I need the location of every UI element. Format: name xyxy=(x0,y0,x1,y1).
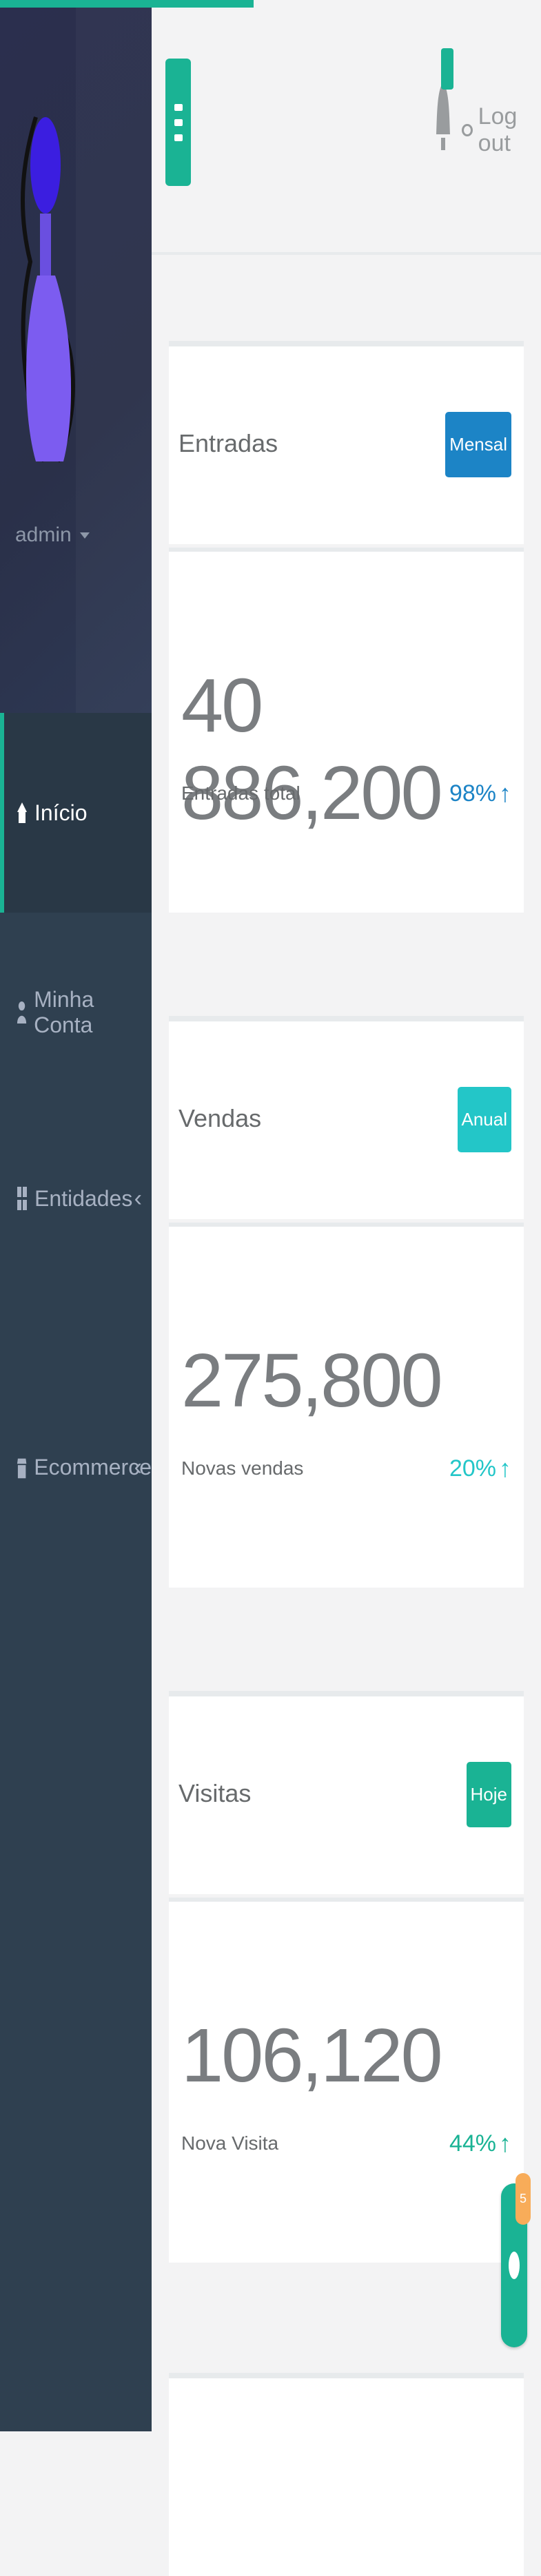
chat-badge: 5 xyxy=(516,2173,531,2225)
sidebar-item-inicio[interactable]: Início xyxy=(0,713,152,913)
chat-icon xyxy=(509,2252,520,2279)
widget-body: 106,120 44% ↑ Nova Visita xyxy=(169,1898,524,2263)
top-navbar: Log out xyxy=(152,0,541,255)
stat-value: 275,800 xyxy=(181,1338,443,1423)
widget-header: Vendas Anual xyxy=(169,1016,524,1219)
caret-down-icon xyxy=(79,532,90,539)
stat-percent: 20% ↑ xyxy=(449,1454,511,1483)
sidebar-item-label: Entidades xyxy=(34,1185,133,1211)
widget-title: Visitas xyxy=(178,1779,252,1807)
widget-header xyxy=(169,2373,524,2576)
widget-header: Entradas Mensal xyxy=(169,341,524,544)
chevron-left-icon: ‹ xyxy=(134,1453,142,1480)
arrow-up-icon: ↑ xyxy=(499,1454,511,1482)
logout-label: Log out xyxy=(478,103,518,156)
store-icon xyxy=(17,1458,27,1479)
grid-icon xyxy=(17,1187,27,1210)
sidebar-item-label: Início xyxy=(34,800,88,825)
widget-body: 275,800 20% ↑ Novas vendas xyxy=(169,1223,524,1588)
arrow-up-icon: ↑ xyxy=(499,2129,511,2157)
avatar[interactable] xyxy=(10,103,79,489)
sidebar-item-ecommerce[interactable]: Ecommerce ‹ xyxy=(0,1367,152,1567)
period-badge: Hoje xyxy=(466,1762,511,1827)
menu-toggle-button[interactable] xyxy=(165,59,191,186)
stat-percent-value: 98% xyxy=(449,780,496,807)
stat-percent-value: 20% xyxy=(449,1455,496,1482)
period-badge: Anual xyxy=(457,1087,511,1152)
profile-menu[interactable]: admin xyxy=(15,523,139,547)
logout-link[interactable]: Log out xyxy=(462,103,541,157)
arrow-up-icon: ↑ xyxy=(499,779,511,807)
sidebar-item-minha-conta[interactable]: Minha Conta xyxy=(0,913,152,1112)
sidebar-item-entidades[interactable]: Entidades ‹ xyxy=(0,1099,152,1298)
stat-percent: 44% ↑ xyxy=(449,2129,511,2158)
widget-title: Vendas xyxy=(178,1104,262,1132)
sidebar: admin Início Minha Conta Entidades ‹ Eco… xyxy=(0,0,152,2431)
period-badge: Mensal xyxy=(445,412,511,477)
stat-caption: Novas vendas xyxy=(181,1457,304,1479)
home-icon xyxy=(17,802,27,823)
widget-body: 40 886,200 98% ↑ Entradas total xyxy=(169,548,524,913)
power-icon xyxy=(462,124,473,136)
page-progress-bar xyxy=(0,0,254,8)
stat-value: 40 886,200 xyxy=(181,663,443,835)
chevron-left-icon: ‹ xyxy=(134,1185,142,1212)
profile-name: admin xyxy=(15,523,72,546)
widget-title: Entradas xyxy=(178,429,278,457)
notification-badge xyxy=(441,48,453,90)
sidebar-item-label: Minha Conta xyxy=(34,987,94,1037)
stat-value: 106,120 xyxy=(181,2013,443,2098)
stat-caption: Entradas total xyxy=(181,782,300,804)
stat-percent-value: 44% xyxy=(449,2130,496,2157)
user-icon xyxy=(17,1001,27,1024)
stat-percent: 98% ↑ xyxy=(449,779,511,808)
profile-header: admin xyxy=(0,0,152,713)
widget-header: Visitas Hoje xyxy=(169,1691,524,1894)
stat-caption: Nova Visita xyxy=(181,2132,279,2154)
